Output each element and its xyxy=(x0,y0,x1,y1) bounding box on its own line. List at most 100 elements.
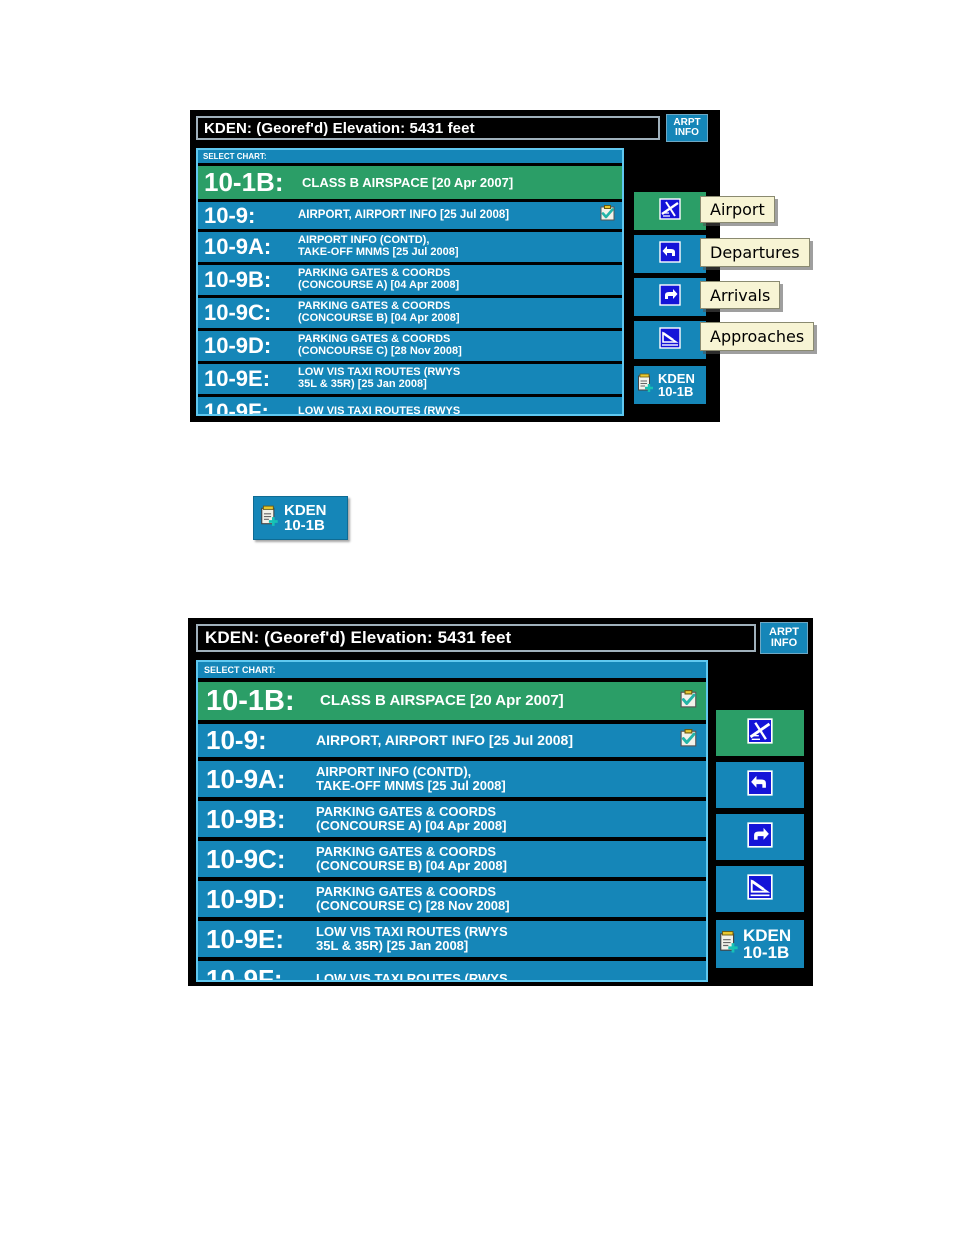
tooltip-airport: Airport xyxy=(700,196,775,223)
chart-row-id: 10-9C: xyxy=(204,300,272,325)
active-chart-number: 10-1B xyxy=(658,384,694,399)
active-chart-label: KDEN 10-1B xyxy=(655,370,695,399)
figure-bottom-approaches-button[interactable] xyxy=(716,866,804,912)
chart-row-description: CLASS B AIRSPACE [20 Apr 2007] xyxy=(302,174,514,190)
chart-downloaded-check-icon xyxy=(680,729,698,752)
figure-top-active-chart-button[interactable]: KDEN 10-1B xyxy=(634,366,706,404)
chart-page-icon xyxy=(260,505,280,532)
select-chart-label: SELECT CHART: xyxy=(203,152,267,161)
button-gap xyxy=(634,359,706,366)
chart-downloaded-check-icon xyxy=(680,689,698,713)
chart-row-id: 10-9: xyxy=(206,725,267,755)
chart-row-id: 10-9A: xyxy=(206,763,286,794)
standalone-chip-number: 10-1B xyxy=(284,517,325,534)
figure-top-departures-button[interactable] xyxy=(634,235,706,273)
chart-row-id: 10-9E: xyxy=(204,366,271,391)
figure-top-select-chart-label-bar: SELECT CHART: xyxy=(198,150,622,163)
figure-top-arrivals-button[interactable] xyxy=(634,278,706,316)
chart-row-id: 10-9F: xyxy=(204,399,269,416)
chart-list-row[interactable]: 10-9E: LOW VIS TAXI ROUTES (RWYS 35L & 3… xyxy=(198,921,706,957)
chart-list-row[interactable]: 10-9F: LOW VIS TAXI ROUTES (RWYS xyxy=(198,961,706,982)
chart-row-description: AIRPORT, AIRPORT INFO [25 Jul 2008] xyxy=(316,732,573,749)
chart-row-description: PARKING GATES & COORDS (CONCOURSE C) [28… xyxy=(316,884,510,913)
chart-row-description: LOW VIS TAXI ROUTES (RWYS xyxy=(316,971,508,982)
figure-top-arpt-info-button[interactable]: ARPT INFO xyxy=(666,114,708,142)
figure-top-chart-list-panel[interactable]: SELECT CHART: 10-1B: CLASS B AIRSPACE [2… xyxy=(196,148,624,416)
tooltip-departures-label: Departures xyxy=(710,243,800,262)
chart-row-description: AIRPORT, AIRPORT INFO [25 Jul 2008] xyxy=(298,209,510,222)
chart-list-row[interactable]: 10-9: AIRPORT, AIRPORT INFO [25 Jul 2008… xyxy=(198,202,622,229)
chart-list-row[interactable]: 10-9D: PARKING GATES & COORDS (CONCOURSE… xyxy=(198,331,622,361)
chart-list-row[interactable]: 10-9C: PARKING GATES & COORDS (CONCOURSE… xyxy=(198,841,706,877)
figure-bottom-arpt-info-button[interactable]: ARPT INFO xyxy=(760,622,808,654)
chart-list-row[interactable]: 10-9: AIRPORT, AIRPORT INFO [25 Jul 2008… xyxy=(198,724,706,757)
chart-row-description: PARKING GATES & COORDS (CONCOURSE C) [28… xyxy=(298,333,462,357)
chart-list-row[interactable]: 10-9B: PARKING GATES & COORDS (CONCOURSE… xyxy=(198,801,706,837)
chart-page-icon xyxy=(719,930,740,959)
chart-row-id: 10-9D: xyxy=(204,333,272,358)
chart-list-row[interactable]: 10-9F: LOW VIS TAXI ROUTES (RWYS xyxy=(198,397,622,416)
figure-bottom-departures-button[interactable] xyxy=(716,762,804,808)
figure-bottom-function-button-column: KDEN 10-1B xyxy=(712,706,808,982)
chart-row-id: 10-9E: xyxy=(206,923,285,954)
chart-list-row[interactable]: 10-9C: PARKING GATES & COORDS (CONCOURSE… xyxy=(198,298,622,328)
select-chart-label: SELECT CHART: xyxy=(204,665,276,675)
figure-top-airport-button[interactable] xyxy=(634,192,706,230)
active-chart-number: 10-1B xyxy=(743,943,790,962)
chart-row-id: 10-1B: xyxy=(206,684,295,717)
chart-row-description: LOW VIS TAXI ROUTES (RWYS 35L & 35R) [25… xyxy=(316,924,508,953)
chart-list-row[interactable]: 10-1B: CLASS B AIRSPACE [20 Apr 2007] xyxy=(198,166,622,199)
chart-row-description: LOW VIS TAXI ROUTES (RWYS 35L & 35R) [25… xyxy=(298,366,461,390)
chart-list-row[interactable]: 10-9B: PARKING GATES & COORDS (CONCOURSE… xyxy=(198,265,622,295)
chart-list-row[interactable]: 10-1B: CLASS B AIRSPACE [20 Apr 2007] xyxy=(198,682,706,720)
tooltip-arrivals: Arrivals xyxy=(700,281,781,309)
figure-bottom-select-chart-label-bar: SELECT CHART: xyxy=(198,662,706,678)
figure-bottom-airport-button[interactable] xyxy=(716,710,804,756)
arpt-info-label-line2: INFO xyxy=(675,127,699,138)
chart-row-description: PARKING GATES & COORDS (CONCOURSE A) [04… xyxy=(316,804,507,833)
figure-bottom-arrivals-button[interactable] xyxy=(716,814,804,860)
chart-list-row[interactable]: 10-9E: LOW VIS TAXI ROUTES (RWYS 35L & 3… xyxy=(198,364,622,394)
approaches-glideslope-icon xyxy=(659,326,681,354)
chart-row-id: 10-9C: xyxy=(206,843,286,874)
departures-arrow-icon xyxy=(659,240,681,268)
figure-bottom-header-bar: KDEN: (Georef'd) Elevation: 5431 feet xyxy=(196,624,756,652)
approaches-glideslope-icon xyxy=(747,873,773,905)
chart-row-description: AIRPORT INFO (CONTD), TAKE-OFF MNMS [25 … xyxy=(316,764,506,793)
tooltip-departures: Departures xyxy=(700,238,810,267)
chart-row-description: PARKING GATES & COORDS (CONCOURSE B) [04… xyxy=(298,300,460,324)
tooltip-arrivals-label: Arrivals xyxy=(710,285,771,305)
standalone-active-chart-chip[interactable]: KDEN 10-1B xyxy=(253,496,348,540)
figure-top-header-title: KDEN: (Georef'd) Elevation: 5431 feet xyxy=(204,119,475,137)
arrivals-arrow-icon xyxy=(659,283,681,311)
chart-row-description: CLASS B AIRSPACE [20 Apr 2007] xyxy=(320,692,564,710)
chart-row-id: 10-9F: xyxy=(206,963,283,982)
figure-bottom-header-title: KDEN: (Georef'd) Elevation: 5431 feet xyxy=(205,628,512,647)
arrivals-arrow-icon xyxy=(747,821,773,853)
chart-page-icon xyxy=(637,373,655,398)
chart-row-description: PARKING GATES & COORDS (CONCOURSE B) [04… xyxy=(316,844,507,873)
figure-top-function-button-column: KDEN 10-1B xyxy=(630,188,710,416)
chart-row-id: 10-9A: xyxy=(204,234,272,259)
chart-row-id: 10-9: xyxy=(204,202,256,228)
tooltip-approaches: Approaches xyxy=(700,322,815,351)
standalone-chip-label: KDEN 10-1B xyxy=(280,502,327,534)
figure-top-header-bar: KDEN: (Georef'd) Elevation: 5431 feet xyxy=(196,116,660,140)
chart-list-row[interactable]: 10-9A: AIRPORT INFO (CONTD), TAKE-OFF MN… xyxy=(198,761,706,797)
active-chart-airport: KDEN xyxy=(658,370,695,386)
figure-bottom-chart-list-panel[interactable]: SELECT CHART: 10-1B: CLASS B AIRSPACE [2… xyxy=(196,660,708,982)
tooltip-airport-label: Airport xyxy=(710,200,765,219)
chart-row-id: 10-9B: xyxy=(204,267,272,292)
figure-top-approaches-button[interactable] xyxy=(634,321,706,359)
chart-list-row[interactable]: 10-9A: AIRPORT INFO (CONTD), TAKE-OFF MN… xyxy=(198,232,622,262)
chart-list-row[interactable]: 10-9D: PARKING GATES & COORDS (CONCOURSE… xyxy=(198,881,706,917)
chart-row-description: PARKING GATES & COORDS (CONCOURSE A) [04… xyxy=(298,267,460,291)
active-chart-label: KDEN 10-1B xyxy=(740,925,792,962)
active-chart-airport: KDEN xyxy=(743,925,792,945)
chart-downloaded-check-icon xyxy=(600,205,616,226)
button-gap xyxy=(716,912,804,920)
chart-row-id: 10-9D: xyxy=(206,883,286,914)
figure-bottom-active-chart-button[interactable]: KDEN 10-1B xyxy=(716,920,804,968)
chart-row-id: 10-9B: xyxy=(206,803,286,834)
chart-row-description: AIRPORT INFO (CONTD), TAKE-OFF MNMS [25 … xyxy=(298,234,459,258)
